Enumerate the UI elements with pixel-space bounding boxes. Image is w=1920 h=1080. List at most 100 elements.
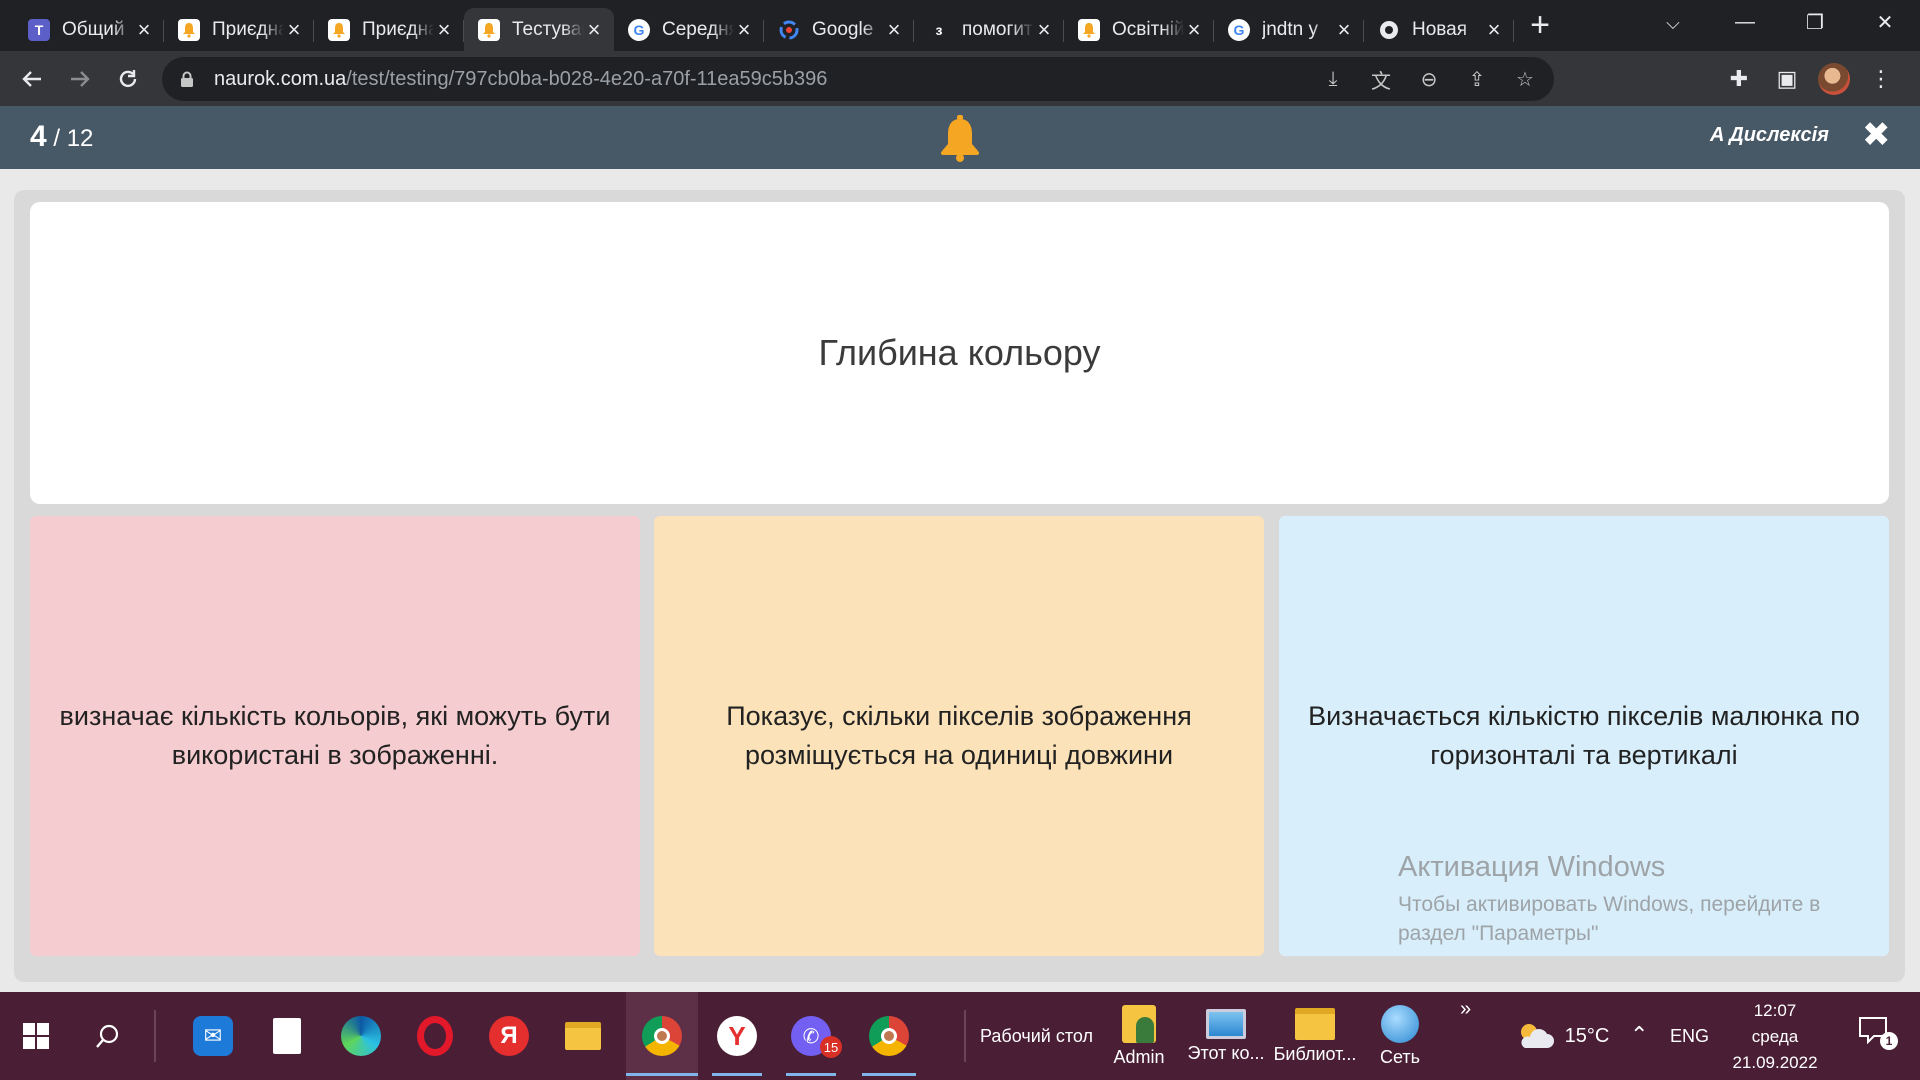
network-globe-icon — [1381, 1004, 1419, 1043]
notification-count: 1 — [1880, 1032, 1898, 1050]
toolbar-right: ✚ ▣ ⋮ — [1722, 51, 1898, 106]
windows-taskbar: ✉ Я Y ✆ 15 Рабочий стол Admin Этот ко... — [0, 992, 1920, 1080]
taskbar-yandex[interactable]: Я — [484, 992, 534, 1080]
weather-widget[interactable]: 15°C — [1512, 992, 1612, 1080]
start-button[interactable] — [14, 992, 58, 1080]
computer-icon — [1206, 1008, 1246, 1039]
tab-title: jndtn y — [1262, 18, 1318, 40]
browser-toolbar: naurok.com.ua/test/testing/797cb0ba-b028… — [0, 51, 1920, 106]
omnibox-actions: ⤓ 文 ⊖ ⇪ ☆ — [1318, 57, 1540, 101]
tab-title: Новая — [1412, 18, 1468, 40]
folder-label: Этот ко... — [1187, 1042, 1265, 1063]
taskbar-opera[interactable] — [410, 992, 460, 1080]
tab-close-icon[interactable]: × — [584, 18, 604, 40]
question-counter: 4 / 12 — [30, 120, 93, 154]
quiz-close-button[interactable]: ✖ — [1862, 118, 1891, 152]
tab-9[interactable]: Новая × — [1364, 8, 1514, 51]
back-button[interactable] — [8, 55, 56, 103]
minimize-button[interactable]: — — [1710, 0, 1780, 44]
taskbar-yandex-browser[interactable]: Y — [712, 992, 762, 1080]
install-app-icon[interactable]: ⤓ — [1318, 64, 1348, 94]
extensions-puzzle-icon[interactable]: ✚ — [1722, 62, 1756, 96]
taskbar-explorer[interactable] — [558, 992, 608, 1080]
translate-icon[interactable]: 文 — [1366, 64, 1396, 94]
tab-close-icon[interactable]: × — [884, 18, 904, 40]
toolbar-overflow-chevron-icon[interactable]: » — [1460, 998, 1471, 1021]
input-language[interactable]: ENG — [1670, 1026, 1709, 1047]
taskbar-separator — [964, 1010, 966, 1062]
more-menu-icon[interactable]: ⋮ — [1864, 62, 1898, 96]
desktop-toolbar-label[interactable]: Рабочий стол — [980, 1026, 1093, 1047]
tab-search-chevron-icon[interactable]: ⌵ — [1655, 8, 1691, 38]
tab-close-icon[interactable]: × — [734, 18, 754, 40]
document-icon — [273, 1018, 301, 1054]
weather-cloud-sun-icon — [1520, 1024, 1554, 1048]
zoom-out-icon[interactable]: ⊖ — [1414, 64, 1444, 94]
forward-button[interactable] — [56, 55, 104, 103]
folder-label: Admin — [1113, 1046, 1165, 1067]
naurok-bell-logo-icon — [941, 115, 979, 162]
tab-close-icon[interactable]: × — [1484, 18, 1504, 40]
new-tab-button[interactable]: + — [1520, 6, 1560, 46]
tab-close-icon[interactable]: × — [1334, 18, 1354, 40]
side-panel-icon[interactable]: ▣ — [1770, 62, 1804, 96]
restore-button[interactable]: ❐ — [1780, 0, 1850, 44]
tab-title: Середня — [662, 18, 734, 40]
tab-6[interactable]: з помогите × — [914, 8, 1064, 51]
tray-expand-chevron-icon[interactable]: ⌃ — [1630, 1022, 1648, 1048]
windows-activation-watermark: Активация Windows Чтобы активировать Win… — [1398, 851, 1868, 948]
dyslexia-toggle[interactable]: A Дислексія — [1710, 124, 1829, 147]
desktop-folder-this-pc[interactable]: Этот ко... — [1186, 992, 1266, 1080]
naurok-bell-icon — [1078, 18, 1100, 41]
arrow-right-icon — [71, 70, 90, 87]
tab-title: Общий — [62, 18, 125, 40]
tab-1[interactable]: Приєднатись × — [164, 8, 314, 51]
lock-icon[interactable] — [180, 71, 194, 87]
search-button[interactable] — [86, 992, 130, 1080]
desktop-folder-libraries[interactable]: Библиот... — [1274, 992, 1356, 1080]
tab-7[interactable]: Освітній × — [1064, 8, 1214, 51]
tab-5[interactable]: Google × — [764, 8, 914, 51]
tab-0[interactable]: T Общий × — [14, 8, 164, 51]
taskbar-notepad[interactable] — [262, 992, 312, 1080]
desktop-folder-network[interactable]: Сеть — [1370, 992, 1430, 1080]
answer-text: визначає кількість кольорів, які можуть … — [59, 701, 611, 770]
folder-label: Библиот... — [1273, 1043, 1357, 1064]
yandex-icon: Я — [489, 1016, 529, 1056]
tab-3-active[interactable]: Тестування × — [464, 8, 614, 51]
share-icon[interactable]: ⇪ — [1462, 64, 1492, 94]
arrow-left-icon — [22, 70, 41, 87]
google-icon: G — [1228, 18, 1250, 41]
tab-close-icon[interactable]: × — [284, 18, 304, 40]
taskbar-viber[interactable]: ✆ 15 — [786, 992, 842, 1080]
tab-close-icon[interactable]: × — [1184, 18, 1204, 40]
answer-text: Показує, скільки пікселів зображення роз… — [726, 701, 1192, 770]
tab-2[interactable]: Приєднатись × — [314, 8, 464, 51]
clock-date: 21.09.2022 — [1732, 1053, 1818, 1072]
answer-option-2[interactable]: Показує, скільки пікселів зображення роз… — [654, 516, 1264, 956]
naurok-bell-icon — [478, 18, 500, 41]
quiz-header: 4 / 12 A Дислексія ✖ — [0, 106, 1920, 169]
action-center-button[interactable]: 1 — [1858, 1016, 1898, 1050]
close-window-button[interactable]: ✕ — [1850, 0, 1920, 44]
taskbar-edge[interactable] — [336, 992, 386, 1080]
taskbar-mail[interactable]: ✉ — [188, 992, 238, 1080]
profile-avatar[interactable] — [1818, 62, 1850, 95]
answer-option-1[interactable]: визначає кількість кольорів, які можуть … — [30, 516, 640, 956]
taskbar-chrome[interactable] — [626, 992, 698, 1080]
yandex-browser-icon: Y — [717, 1016, 757, 1056]
tab-close-icon[interactable]: × — [434, 18, 454, 40]
bookmark-star-icon[interactable]: ☆ — [1510, 64, 1540, 94]
desktop-folder-admin[interactable]: Admin — [1104, 992, 1174, 1080]
tab-4[interactable]: G Середня × — [614, 8, 764, 51]
question-text: Глибина кольору — [818, 332, 1101, 373]
taskbar-chrome-2[interactable] — [862, 992, 916, 1080]
address-bar[interactable]: naurok.com.ua/test/testing/797cb0ba-b028… — [162, 57, 1554, 101]
mail-icon: ✉ — [193, 1016, 233, 1056]
tab-close-icon[interactable]: × — [134, 18, 154, 40]
tab-close-icon[interactable]: × — [1034, 18, 1054, 40]
reload-button[interactable] — [104, 55, 152, 103]
tab-8[interactable]: G jndtn y × — [1214, 8, 1364, 51]
clock[interactable]: 12:07 среда 21.09.2022 — [1730, 998, 1820, 1076]
user-folder-icon — [1122, 1004, 1156, 1043]
